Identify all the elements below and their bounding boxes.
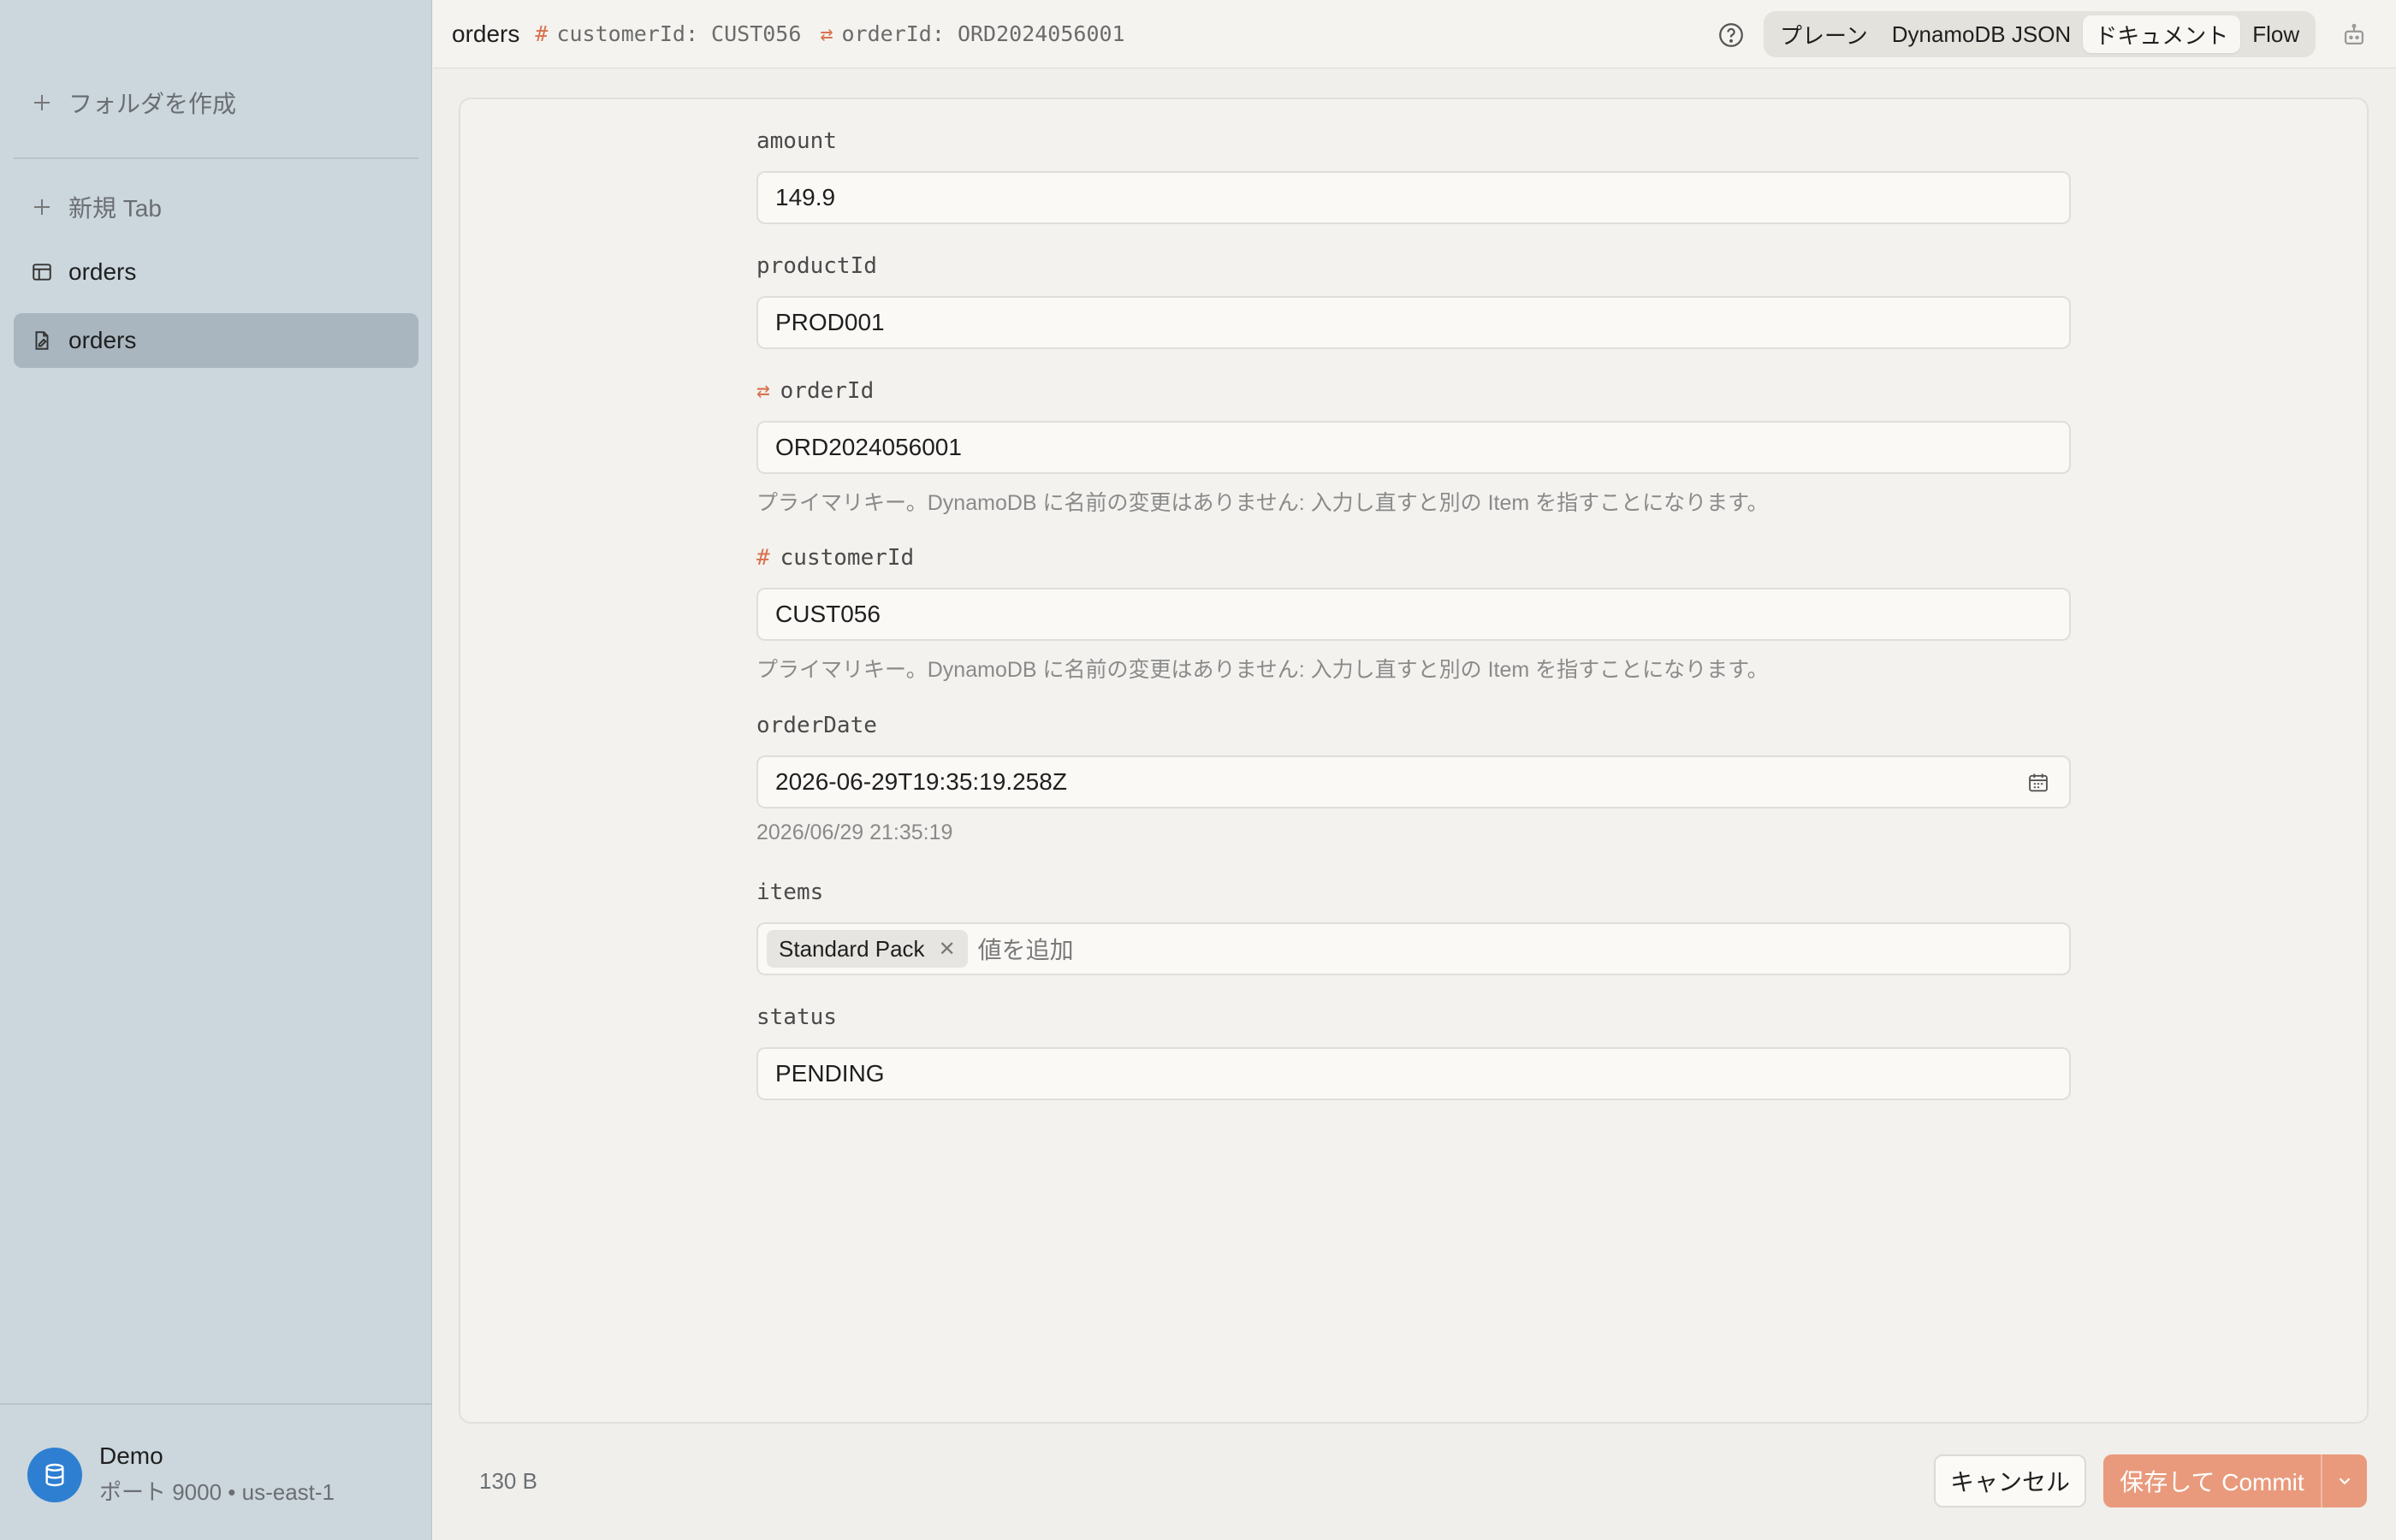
item-size-label: 130 B <box>479 1468 537 1494</box>
field-label-text: customerId <box>780 545 915 571</box>
field-label: orderDate <box>756 713 877 738</box>
orderId-input[interactable]: ORD2024056001 <box>756 421 2071 474</box>
plus-icon <box>29 194 55 220</box>
view-mode-switcher: プレーン DynamoDB JSON ドキュメント Flow <box>1764 11 2316 57</box>
save-commit-button-group: 保存して Commit <box>2103 1454 2367 1507</box>
local-time-hint: 2026/06/29 21:35:19 <box>756 820 953 844</box>
sidebar-bottom-divider <box>0 1403 432 1405</box>
sidebar: フォルダを作成 新規 Tab orders orders Demo ポート 90… <box>0 0 432 1540</box>
connection-name: Demo <box>99 1442 163 1469</box>
primary-key-help-text: プライマリキー。DynamoDB に名前の変更はありません: 入力し直すと別の … <box>756 491 1769 515</box>
document-edit-icon <box>29 328 55 353</box>
chip-label: Standard Pack <box>779 935 925 962</box>
table-icon <box>29 259 55 285</box>
partition-key-indicator: # customerId: CUST056 <box>535 21 801 46</box>
hash-key-icon: # <box>535 21 549 46</box>
items-tag-input[interactable]: Standard Pack ✕ 値を追加 <box>756 922 2071 975</box>
field-amount: amount 149.9 <box>756 127 2071 224</box>
field-label: status <box>756 1004 837 1030</box>
productId-input[interactable]: PROD001 <box>756 296 2071 349</box>
robot-icon[interactable] <box>2340 21 2369 50</box>
calendar-icon[interactable] <box>2026 771 2050 795</box>
view-mode-dynamodb-json[interactable]: DynamoDB JSON <box>1880 15 2084 53</box>
field-orderDate: orderDate 2026-06-29T19:35:19.258Z 2026/… <box>756 711 2071 845</box>
page-title: orders <box>452 20 520 47</box>
item-chip: Standard Pack ✕ <box>767 930 968 968</box>
field-status: status PENDING <box>756 1003 2071 1100</box>
range-key-icon: ⇄ <box>820 21 833 46</box>
plus-icon <box>29 90 55 116</box>
cancel-button[interactable]: キャンセル <box>1934 1454 2086 1507</box>
field-customerId: # customerId CUST056 プライマリキー。DynamoDB に名… <box>756 543 2071 684</box>
sidebar-item-label: orders <box>68 327 137 353</box>
field-productId: productId PROD001 <box>756 252 2071 349</box>
field-items: items Standard Pack ✕ 値を追加 <box>756 878 2071 975</box>
database-icon <box>27 1447 82 1502</box>
connection-details: ポート 9000 • us-east-1 <box>99 1479 335 1505</box>
sidebar-item-orders-document[interactable]: orders <box>14 313 418 368</box>
new-tab-label: 新規 Tab <box>68 195 162 222</box>
range-key-icon: ⇄ <box>756 378 770 404</box>
help-icon[interactable] <box>1717 21 1746 50</box>
add-value-placeholder[interactable]: 値を追加 <box>978 932 1074 966</box>
view-mode-flow[interactable]: Flow <box>2240 15 2311 53</box>
view-mode-plain[interactable]: プレーン <box>1768 15 1880 53</box>
sidebar-item-label: orders <box>68 258 137 285</box>
create-folder-label: フォルダを作成 <box>68 91 237 117</box>
sidebar-divider <box>14 157 418 159</box>
orderDate-input[interactable]: 2026-06-29T19:35:19.258Z <box>756 755 2071 808</box>
customerId-input[interactable]: CUST056 <box>756 588 2071 641</box>
field-label: ⇄ orderId <box>756 376 2071 406</box>
remove-chip-icon[interactable]: ✕ <box>939 937 956 962</box>
sort-key-indicator: ⇄ orderId: ORD2024056001 <box>820 21 1124 46</box>
new-tab-button[interactable]: 新規 Tab <box>14 180 418 234</box>
hash-key-icon: # <box>756 545 770 571</box>
field-orderId: ⇄ orderId ORD2024056001 プライマリキー。DynamoDB… <box>756 376 2071 517</box>
create-folder-button[interactable]: フォルダを作成 <box>14 75 418 130</box>
save-commit-button[interactable]: 保存して Commit <box>2103 1454 2321 1507</box>
connection-info[interactable]: Demo ポート 9000 • us-east-1 <box>27 1442 335 1507</box>
amount-input[interactable]: 149.9 <box>756 171 2071 224</box>
field-label-text: orderId <box>780 378 875 404</box>
field-label: # customerId <box>756 543 2071 572</box>
orderDate-value: 2026-06-29T19:35:19.258Z <box>775 768 1067 795</box>
sidebar-item-orders-table[interactable]: orders <box>14 245 418 299</box>
chevron-down-icon[interactable] <box>2322 1472 2367 1490</box>
field-label: productId <box>756 253 877 279</box>
partition-key-text: customerId: CUST056 <box>556 21 802 46</box>
header-bar: orders # customerId: CUST056 ⇄ orderId: … <box>433 0 2396 68</box>
sort-key-text: orderId: ORD2024056001 <box>841 21 1125 46</box>
primary-key-help-text: プライマリキー。DynamoDB に名前の変更はありません: 入力し直すと別の … <box>756 658 1769 682</box>
status-input[interactable]: PENDING <box>756 1047 2071 1100</box>
field-label: items <box>756 880 824 905</box>
view-mode-document[interactable]: ドキュメント <box>2083 15 2241 53</box>
field-label: amount <box>756 128 837 154</box>
